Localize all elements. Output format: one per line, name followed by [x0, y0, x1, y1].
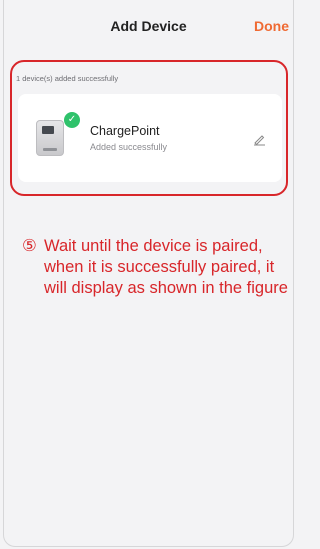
- instruction-annotation: ⑤ Wait until the device is paired, when …: [22, 236, 292, 299]
- navigation-bar: Add Device Done: [0, 0, 297, 56]
- page-title: Add Device: [110, 18, 187, 34]
- highlight-annotation: [10, 60, 288, 196]
- done-button[interactable]: Done: [254, 18, 289, 34]
- instruction-text: Wait until the device is paired, when it…: [44, 237, 288, 297]
- step-number: ⑤: [22, 237, 37, 255]
